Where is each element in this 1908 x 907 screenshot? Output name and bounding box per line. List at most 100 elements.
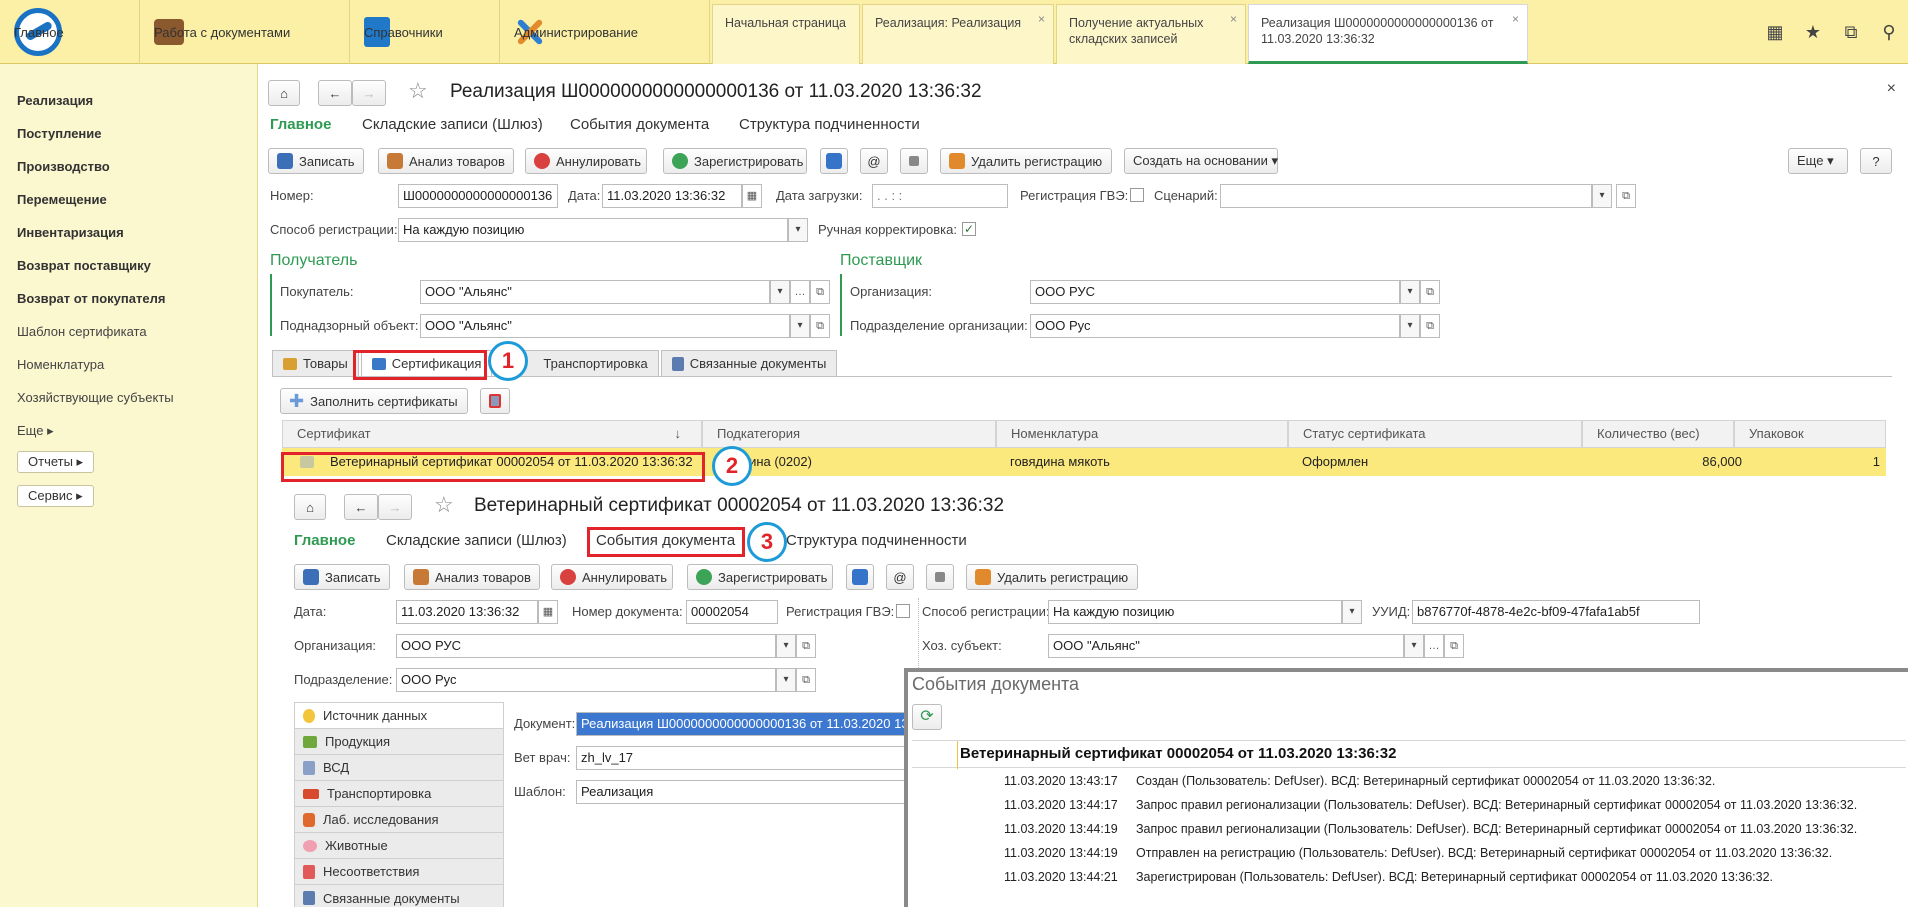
object-open-icon[interactable]: ⧉: [810, 314, 830, 338]
close-icon[interactable]: ×: [1512, 11, 1519, 27]
sidebar-item-nomenclature[interactable]: Номенклатура: [0, 348, 257, 381]
object-dropdown-icon[interactable]: ▾: [790, 314, 810, 338]
card-lab-button[interactable]: [846, 564, 874, 590]
card-section-source[interactable]: Источник данных: [295, 703, 503, 729]
card-calendar-icon[interactable]: ▦: [538, 600, 558, 624]
card-register-button[interactable]: Зарегистрировать: [687, 564, 833, 590]
forward-button[interactable]: →: [352, 80, 386, 106]
card-subject-open-icon[interactable]: ⧉: [1444, 634, 1464, 658]
fill-certificates-button[interactable]: ✚ Заполнить сертификаты: [280, 388, 468, 414]
section-documents[interactable]: Работа с документами: [140, 0, 350, 64]
back-button[interactable]: ←: [318, 80, 352, 106]
scenario-dropdown-icon[interactable]: ▾: [1592, 184, 1612, 208]
supplier-org-open-icon[interactable]: ⧉: [1420, 280, 1440, 304]
search-icon[interactable]: ⚲: [1870, 22, 1908, 43]
card-nav-warehouse[interactable]: Складские записи (Шлюз): [386, 532, 567, 549]
date-field[interactable]: 11.03.2020 13:36:32: [602, 184, 742, 208]
favorites-star-icon[interactable]: ★: [1794, 22, 1832, 43]
buyer-open-icon[interactable]: ⧉: [810, 280, 830, 304]
home-button[interactable]: ⌂: [268, 80, 300, 106]
col-packages[interactable]: Упаковок: [1734, 420, 1886, 448]
sidebar-item-transfer[interactable]: Перемещение: [0, 183, 257, 216]
sidebar-item-receipts[interactable]: Поступление: [0, 117, 257, 150]
calendar-icon[interactable]: ▦: [742, 184, 762, 208]
col-quantity[interactable]: Количество (вес): [1582, 420, 1734, 448]
refresh-button[interactable]: ⟳: [912, 704, 942, 730]
doc-nav-warehouse[interactable]: Складские записи (Шлюз): [362, 116, 543, 133]
card-document-field[interactable]: Реализация Ш0000000000000000136 от 11.03…: [576, 712, 906, 736]
card-subject-more-icon[interactable]: …: [1424, 634, 1444, 658]
reg-method-dropdown-icon[interactable]: ▾: [788, 218, 808, 242]
save-button[interactable]: Записать: [268, 148, 364, 174]
object-field[interactable]: ООО "Альянс": [420, 314, 790, 338]
card-home-button[interactable]: ⌂: [294, 494, 326, 520]
card-nav-main[interactable]: Главное: [294, 532, 355, 549]
doc-nav-structure[interactable]: Структура подчиненности: [739, 116, 920, 133]
section-main[interactable]: Главное: [0, 0, 140, 64]
history-icon[interactable]: ⧉: [1832, 22, 1870, 43]
card-analyze-button[interactable]: Анализ товаров: [404, 564, 540, 590]
scenario-field[interactable]: [1220, 184, 1592, 208]
card-section-products[interactable]: Продукция: [295, 729, 503, 755]
lab-button[interactable]: [820, 148, 848, 174]
card-gve-checkbox[interactable]: [896, 604, 910, 618]
register-button[interactable]: Зарегистрировать: [663, 148, 807, 174]
card-org-field[interactable]: ООО РУС: [396, 634, 776, 658]
section-references[interactable]: Справочники: [350, 0, 500, 64]
card-vet-field[interactable]: zh_lv_17: [576, 746, 906, 770]
cancel-doc-button[interactable]: Аннулировать: [525, 148, 647, 174]
create-based-button[interactable]: Создать на основании ▾: [1124, 148, 1278, 174]
favorite-star-icon[interactable]: ☆: [408, 78, 428, 104]
print-button[interactable]: [900, 148, 928, 174]
delete-certificates-button[interactable]: [480, 388, 510, 414]
col-nomenclature[interactable]: Номенклатура: [996, 420, 1288, 448]
supplier-dept-dropdown-icon[interactable]: ▾: [1400, 314, 1420, 338]
card-delete-registration-button[interactable]: Удалить регистрацию: [966, 564, 1138, 590]
more-button[interactable]: Еще ▾: [1788, 148, 1848, 174]
card-reg-method-field[interactable]: На каждую позицию: [1048, 600, 1342, 624]
card-section-transport[interactable]: Транспортировка: [295, 781, 503, 807]
col-subcategory[interactable]: Подкатегория: [702, 420, 996, 448]
section-admin[interactable]: Администрирование: [500, 0, 710, 64]
card-section-related[interactable]: Связанные документы: [295, 885, 503, 907]
window-close-icon[interactable]: ×: [1887, 80, 1896, 98]
supplier-dept-field[interactable]: ООО Рус: [1030, 314, 1400, 338]
card-email-button[interactable]: @: [886, 564, 914, 590]
manual-checkbox[interactable]: ✓: [962, 222, 976, 236]
card-docnum-field[interactable]: 00002054: [686, 600, 778, 624]
card-dept-field[interactable]: ООО Рус: [396, 668, 776, 692]
card-date-field[interactable]: 11.03.2020 13:36:32: [396, 600, 538, 624]
tab-goods[interactable]: Товары: [272, 350, 359, 376]
scenario-open-icon[interactable]: ⧉: [1616, 184, 1636, 208]
card-section-vsd[interactable]: ВСД: [295, 755, 503, 781]
card-subject-dropdown-icon[interactable]: ▾: [1404, 634, 1424, 658]
sidebar-item-cert-template[interactable]: Шаблон сертификата: [0, 315, 257, 348]
card-cancel-button[interactable]: Аннулировать: [551, 564, 673, 590]
open-tab-warehouse[interactable]: Получение актуальных складских записей ×: [1056, 4, 1246, 64]
sidebar-item-inventory[interactable]: Инвентаризация: [0, 216, 257, 249]
sidebar-item-sales[interactable]: Реализация: [0, 84, 257, 117]
close-icon[interactable]: ×: [1230, 11, 1237, 27]
gve-checkbox[interactable]: [1130, 188, 1144, 202]
sidebar-item-production[interactable]: Производство: [0, 150, 257, 183]
col-status[interactable]: Статус сертификата: [1288, 420, 1582, 448]
card-org-dropdown-icon[interactable]: ▾: [776, 634, 796, 658]
sidebar-reports-button[interactable]: Отчеты ▸: [17, 451, 95, 473]
buyer-field[interactable]: ООО "Альянс": [420, 280, 770, 304]
close-icon[interactable]: ×: [1038, 11, 1045, 27]
supplier-org-field[interactable]: ООО РУС: [1030, 280, 1400, 304]
card-reg-method-dropdown-icon[interactable]: ▾: [1342, 600, 1362, 624]
card-print-button[interactable]: [926, 564, 954, 590]
card-uuid-field[interactable]: b876770f-4878-4e2c-bf09-47fafa1ab5f: [1412, 600, 1700, 624]
email-button[interactable]: @: [860, 148, 888, 174]
open-tab-sales-list[interactable]: Реализация: Реализация ×: [862, 4, 1054, 64]
card-dept-open-icon[interactable]: ⧉: [796, 668, 816, 692]
grid-menu-icon[interactable]: ▦: [1756, 22, 1794, 43]
card-section-mismatch[interactable]: Несоответствия: [295, 859, 503, 885]
open-tab-current-doc[interactable]: Реализация Ш0000000000000000136 от 11.03…: [1248, 4, 1528, 64]
help-button[interactable]: ?: [1860, 148, 1892, 174]
card-section-animals[interactable]: Животные: [295, 833, 503, 859]
sidebar-item-return-supplier[interactable]: Возврат поставщику: [0, 249, 257, 282]
sidebar-item-subjects[interactable]: Хозяйствующие субъекты: [0, 381, 257, 414]
sidebar-item-return-buyer[interactable]: Возврат от покупателя: [0, 282, 257, 315]
